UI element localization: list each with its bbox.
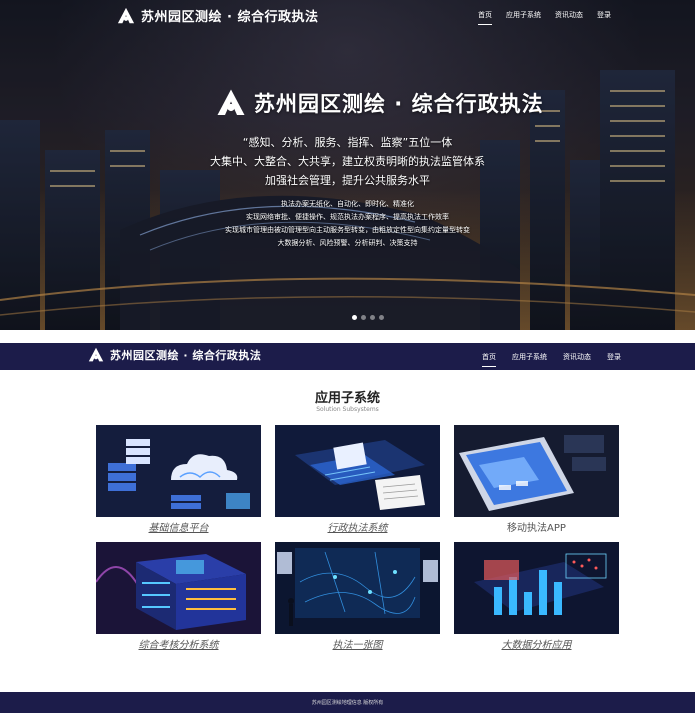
- card-admin-enforcement[interactable]: [275, 425, 440, 517]
- nav-subsystems[interactable]: 应用子系统: [506, 10, 541, 25]
- brand[interactable]: 苏州园区测绘 · 综合行政执法: [88, 347, 261, 363]
- logo-icon: [117, 7, 135, 23]
- hero-detail-3: 实现城市管理由被动管理型向主动服务型转变，由粗放定性型向集约定量型转变: [225, 226, 470, 234]
- footer: 苏州园区测绘地理信息 版权所有: [0, 692, 695, 713]
- hero-detail-4: 大数据分析、风险预警、分析研判、决策支持: [277, 239, 418, 247]
- card-enforcement-map[interactable]: [275, 542, 440, 634]
- brand-name: 苏州园区测绘 · 综合行政执法: [110, 349, 262, 362]
- nav-news[interactable]: 资讯动态: [555, 10, 583, 25]
- logo-icon: [88, 347, 104, 362]
- main-nav: 首页 应用子系统 资讯动态 登录: [478, 10, 611, 25]
- card-assessment-analysis[interactable]: [96, 542, 261, 634]
- nav-login[interactable]: 登录: [607, 352, 621, 367]
- top-navigation: 苏州园区测绘 · 综合行政执法 首页 应用子系统 资讯动态 登录: [0, 0, 695, 34]
- card-label-assessment[interactable]: 综合考核分析系统: [96, 636, 261, 651]
- card-label-big-data[interactable]: 大数据分析应用: [454, 636, 619, 651]
- brand-name: 苏州园区测绘 · 综合行政执法: [141, 10, 319, 25]
- hero-detail-2: 实现网络审批、便捷操作、规范执法办案程序、提高执法工作效率: [246, 213, 449, 221]
- nav-login[interactable]: 登录: [597, 10, 611, 25]
- slider-dot[interactable]: [352, 315, 357, 320]
- data-bars-icon: [454, 542, 619, 634]
- card-label-admin-enforcement[interactable]: 行政执法系统: [275, 519, 440, 534]
- logo-icon: [217, 89, 245, 115]
- hero-title-text: 苏州园区测绘 · 综合行政执法: [254, 92, 544, 116]
- card-label-enforcement-map[interactable]: 执法一张图: [275, 636, 440, 651]
- slider-dot[interactable]: [370, 315, 375, 320]
- brand[interactable]: 苏州园区测绘 · 综合行政执法: [117, 6, 319, 25]
- map-screen-icon: [275, 542, 440, 634]
- hero-title: 苏州园区测绘 · 综合行政执法: [216, 88, 544, 118]
- documents-icon: [275, 425, 440, 517]
- nav-news[interactable]: 资讯动态: [563, 352, 591, 367]
- hero-detail-1: 执法办案无纸化、自动化、即时化、精准化: [281, 200, 414, 208]
- hero-line-2: 大集中、大整合、大共享，建立权责明晰的执法监管体系: [210, 155, 485, 168]
- footer-text: 苏州园区测绘地理信息 版权所有: [311, 700, 384, 706]
- card-label-basic-info[interactable]: 基础信息平台: [96, 519, 261, 534]
- server-rack-icon: [96, 542, 261, 634]
- mobile-icon: [454, 425, 619, 517]
- nav-subsystems[interactable]: 应用子系统: [512, 352, 547, 367]
- card-big-data[interactable]: [454, 542, 619, 634]
- nav-home[interactable]: 首页: [478, 10, 492, 25]
- hero-line-1: “感知、分析、服务、指挥、监察”五位一体: [242, 136, 453, 149]
- section-subtitle: Solution Subsystems: [316, 406, 379, 413]
- slider-dots: [352, 315, 384, 320]
- card-mobile-app[interactable]: [454, 425, 619, 517]
- section-title: 应用子系统: [314, 391, 380, 406]
- slider-dot[interactable]: [361, 315, 366, 320]
- nav-home[interactable]: 首页: [482, 352, 496, 367]
- main-nav: 首页 应用子系统 资讯动态 登录: [482, 352, 621, 367]
- slider-dot[interactable]: [379, 315, 384, 320]
- secondary-navigation: 苏州园区测绘 · 综合行政执法 首页 应用子系统 资讯动态 登录: [0, 343, 695, 370]
- card-basic-info-platform[interactable]: [96, 425, 261, 517]
- card-label-mobile-app[interactable]: 移动执法APP: [454, 519, 619, 534]
- cloud-server-icon: [96, 425, 261, 517]
- hero-line-3: 加强社会管理，提升公共服务水平: [265, 174, 430, 187]
